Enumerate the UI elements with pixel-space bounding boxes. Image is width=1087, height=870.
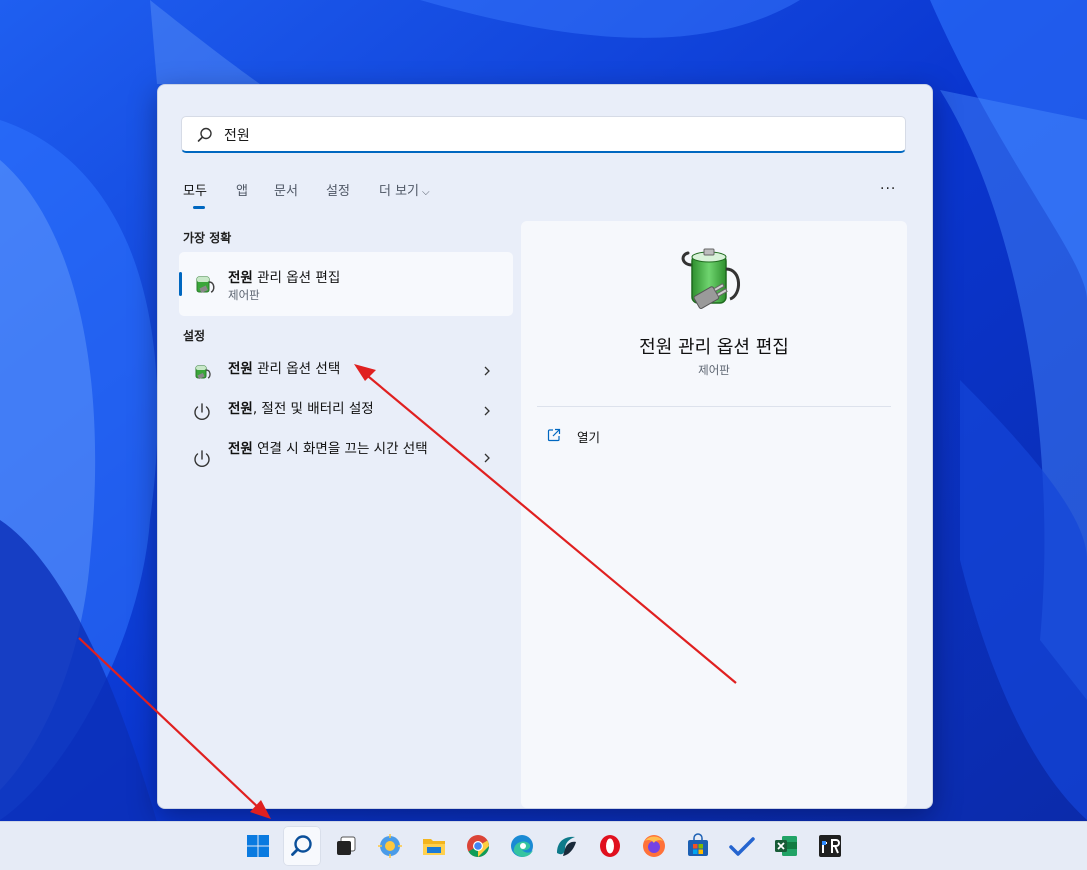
widgets-button[interactable]	[371, 826, 409, 866]
app-icon	[557, 836, 576, 856]
search-button[interactable]	[283, 826, 321, 866]
detail-title: 전원 관리 옵션 편집	[639, 337, 789, 358]
best-match-title: 전원 관리 옵션 편집	[228, 270, 341, 286]
best-match-heading: 가장 정확	[183, 231, 232, 245]
search-icon	[291, 835, 312, 856]
chevron-right-icon	[484, 453, 490, 463]
todo-button[interactable]	[723, 826, 761, 866]
detail-divider	[537, 406, 891, 407]
tab-all[interactable]: 모두	[183, 180, 207, 199]
start-icon	[247, 835, 269, 857]
search-flyout: 모두 앱 문서 설정 더 보기⌵ ··· 가장 정확 전원 관리 옵션 편집 제…	[157, 84, 933, 809]
best-match-item[interactable]: 전원 관리 옵션 편집 제어판	[179, 252, 513, 316]
widgets-icon	[378, 834, 402, 858]
power-icon	[194, 450, 210, 468]
file-explorer-button[interactable]	[415, 826, 453, 866]
search-box[interactable]	[181, 116, 906, 153]
excel-button[interactable]	[767, 826, 805, 866]
settings-item-label: 전원 연결 시 화면을 끄는 시간 선택	[228, 441, 428, 457]
store-icon	[688, 833, 708, 856]
more-options-button[interactable]: ···	[880, 181, 896, 197]
task-view-icon	[337, 836, 356, 855]
power-options-battery-icon	[195, 365, 211, 380]
todo-icon	[729, 837, 755, 856]
edge-button[interactable]	[503, 826, 541, 866]
task-view-button[interactable]	[327, 826, 365, 866]
settings-item-label: 전원, 절전 및 배터리 설정	[228, 401, 374, 417]
settings-item-screen-off-time[interactable]: 전원 연결 시 화면을 끄는 시간 선택	[179, 437, 513, 481]
store-button[interactable]	[679, 826, 717, 866]
best-match-subtitle: 제어판	[228, 288, 260, 302]
pinned-app-button[interactable]	[547, 826, 585, 866]
settings-item-power-sleep-battery[interactable]: 전원, 절전 및 배터리 설정	[179, 397, 513, 429]
chrome-icon	[467, 835, 489, 857]
power-icon	[194, 403, 210, 421]
open-external-icon	[547, 428, 561, 442]
power-options-battery-icon	[196, 276, 215, 293]
file-explorer-icon	[423, 839, 445, 855]
tab-apps[interactable]: 앱	[236, 180, 248, 199]
tab-settings[interactable]: 설정	[326, 180, 350, 199]
active-tab-indicator	[193, 206, 205, 209]
detail-subtitle: 제어판	[698, 363, 730, 377]
settings-item-label: 전원 관리 옵션 선택	[228, 361, 341, 377]
edge-icon	[511, 835, 533, 857]
search-icon	[197, 127, 212, 142]
tab-more[interactable]: 더 보기 ⌵	[379, 180, 430, 199]
settings-item-power-plan[interactable]: 전원 관리 옵션 선택	[179, 357, 513, 389]
opera-icon	[600, 835, 620, 857]
rr-app-button[interactable]	[811, 826, 849, 866]
excel-icon	[775, 836, 797, 856]
chevron-down-icon: ⌵	[422, 187, 430, 198]
chevron-right-icon	[484, 406, 490, 416]
settings-heading: 설정	[183, 329, 206, 343]
rr-app-icon	[819, 835, 841, 857]
firefox-icon	[643, 835, 665, 857]
taskbar	[0, 821, 1087, 870]
chevron-right-icon	[484, 366, 490, 376]
search-input[interactable]	[222, 123, 886, 147]
chrome-button[interactable]	[459, 826, 497, 866]
firefox-button[interactable]	[635, 826, 673, 866]
opera-button[interactable]	[591, 826, 629, 866]
selection-accent	[179, 272, 182, 296]
start-button[interactable]	[239, 826, 277, 866]
tab-documents[interactable]: 문서	[274, 180, 298, 199]
open-label: 열기	[577, 430, 601, 445]
result-detail-pane: 전원 관리 옵션 편집 제어판 열기	[521, 221, 907, 808]
power-options-battery-icon	[681, 248, 740, 309]
